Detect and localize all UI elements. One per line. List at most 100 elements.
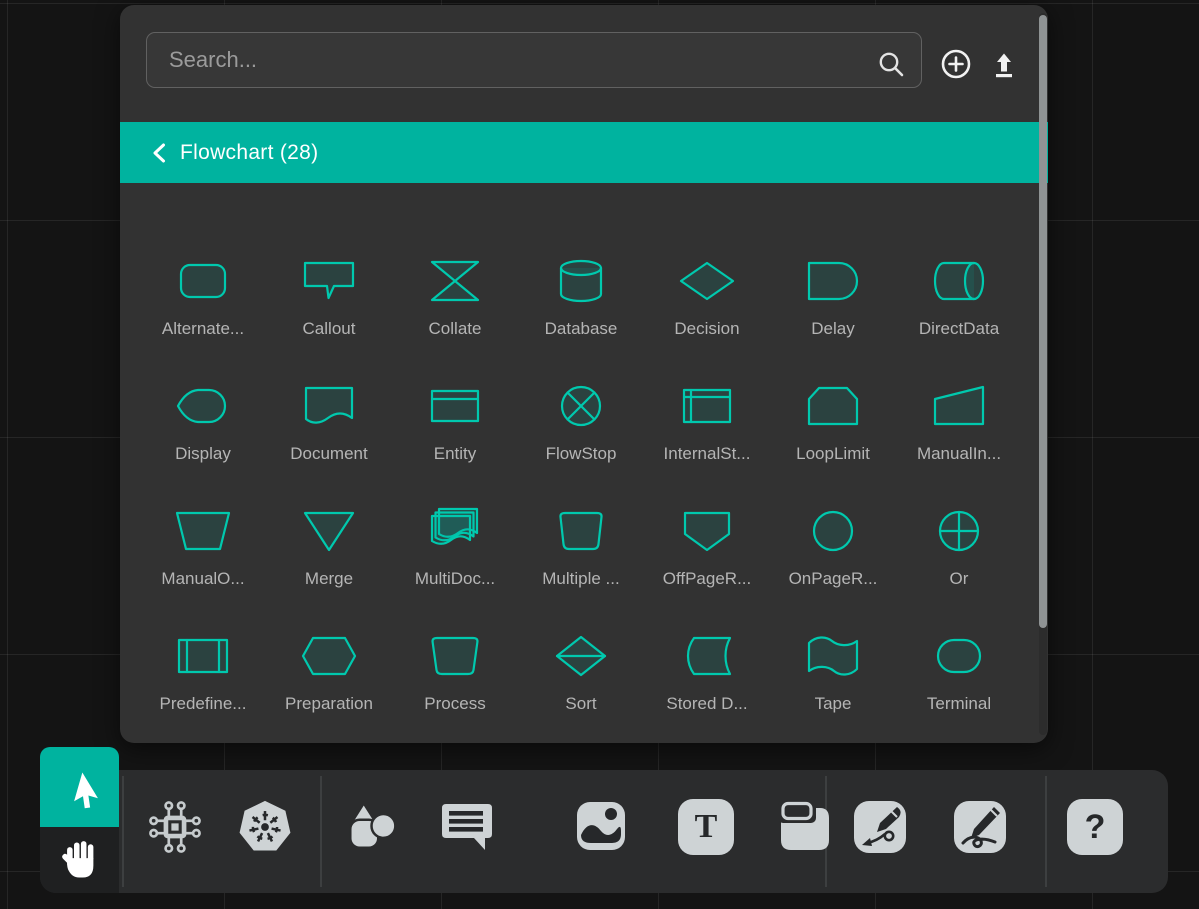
category-title: Flowchart (28)	[180, 141, 318, 165]
category-back-header[interactable]: Flowchart (28)	[120, 122, 1048, 183]
loop-limit-icon	[801, 370, 865, 442]
image-tool[interactable]	[572, 798, 630, 856]
shape-label: Alternate...	[162, 319, 244, 339]
predefined-process-icon	[171, 620, 235, 692]
shape-item-manual-input[interactable]: ManualIn...	[896, 370, 1022, 495]
shape-item-collate[interactable]: Collate	[392, 245, 518, 370]
shape-label: ManualO...	[161, 569, 244, 589]
shape-item-internal-storage[interactable]: InternalSt...	[644, 370, 770, 495]
or-icon	[927, 495, 991, 567]
stored-data-icon	[675, 620, 739, 692]
shape-label: Or	[950, 569, 969, 589]
shape-label: Terminal	[927, 694, 991, 714]
shape-item-sort[interactable]: Sort	[518, 620, 644, 743]
database-icon	[549, 245, 613, 317]
shape-item-off-page-reference[interactable]: OffPageR...	[644, 495, 770, 620]
shape-item-predefined-process[interactable]: Predefine...	[140, 620, 266, 743]
sort-icon	[549, 620, 613, 692]
shape-label: FlowStop	[546, 444, 617, 464]
shape-label: Stored D...	[666, 694, 747, 714]
search-input[interactable]	[146, 32, 922, 88]
shape-item-stored-data[interactable]: Stored D...	[644, 620, 770, 743]
bottom-toolbar: T	[40, 770, 1168, 893]
toolbar-divider	[1045, 776, 1047, 887]
internal-storage-icon	[675, 370, 739, 442]
shape-item-delay[interactable]: Delay	[770, 245, 896, 370]
shape-item-multiple-document[interactable]: Multiple ...	[518, 495, 644, 620]
decision-icon	[675, 245, 739, 317]
upload-button[interactable]	[988, 48, 1020, 80]
mesh-component-tool[interactable]	[146, 798, 204, 856]
shape-item-loop-limit[interactable]: LoopLimit	[770, 370, 896, 495]
help-icon: ?	[1067, 799, 1123, 855]
multi-document-icon	[423, 495, 487, 567]
text-icon: T	[678, 799, 734, 855]
toolbar-divider	[122, 776, 124, 887]
process-icon	[423, 620, 487, 692]
sketch-pencil-tool[interactable]	[951, 798, 1009, 856]
pencil-scribble-icon	[951, 798, 1009, 856]
delay-icon	[801, 245, 865, 317]
shape-item-callout[interactable]: Callout	[266, 245, 392, 370]
shapes-icon	[342, 798, 400, 856]
search-icon	[876, 49, 906, 79]
multiple-document-icon	[549, 495, 613, 567]
shape-item-display[interactable]: Display	[140, 370, 266, 495]
shape-label: Display	[175, 444, 231, 464]
shape-label: Process	[424, 694, 485, 714]
shape-label: ManualIn...	[917, 444, 1001, 464]
off-page-reference-icon	[675, 495, 739, 567]
pen-connector-tool[interactable]	[851, 798, 909, 856]
add-shape-button[interactable]	[940, 48, 972, 80]
image-icon	[572, 798, 630, 856]
shape-label: Delay	[811, 319, 854, 339]
pen-arrow-icon	[851, 798, 909, 856]
shape-label: Callout	[303, 319, 356, 339]
cursor-arrow-icon	[57, 764, 103, 810]
shape-label: Merge	[305, 569, 353, 589]
pan-hand-tool[interactable]	[40, 827, 119, 893]
shape-label: Sort	[565, 694, 596, 714]
callout-icon	[297, 245, 361, 317]
direct-data-icon	[927, 245, 991, 317]
kubernetes-tool[interactable]	[236, 798, 294, 856]
flow-stop-icon	[549, 370, 613, 442]
shape-item-multi-document[interactable]: MultiDoc...	[392, 495, 518, 620]
diagram-canvas[interactable]: Flowchart (28) Alternate... Callout Coll…	[0, 0, 1199, 909]
entity-icon	[423, 370, 487, 442]
shapes-panel: Flowchart (28) Alternate... Callout Coll…	[120, 5, 1048, 743]
shape-item-tape[interactable]: Tape	[770, 620, 896, 743]
shape-item-decision[interactable]: Decision	[644, 245, 770, 370]
shape-item-document[interactable]: Document	[266, 370, 392, 495]
collate-icon	[423, 245, 487, 317]
shape-label: DirectData	[919, 319, 999, 339]
select-tool[interactable]	[40, 747, 119, 827]
frame-tool[interactable]	[776, 798, 834, 856]
shape-item-on-page-reference[interactable]: OnPageR...	[770, 495, 896, 620]
display-icon	[171, 370, 235, 442]
shape-label: InternalSt...	[664, 444, 751, 464]
shape-item-manual-operation[interactable]: ManualO...	[140, 495, 266, 620]
shape-label: Entity	[434, 444, 477, 464]
shape-label: Predefine...	[160, 694, 247, 714]
shape-item-direct-data[interactable]: DirectData	[896, 245, 1022, 370]
shape-item-or[interactable]: Or	[896, 495, 1022, 620]
hand-icon	[56, 836, 104, 884]
shapes-tool[interactable]	[342, 798, 400, 856]
on-page-reference-icon	[801, 495, 865, 567]
shape-item-database[interactable]: Database	[518, 245, 644, 370]
help-tool[interactable]: ?	[1066, 798, 1124, 856]
shape-item-process[interactable]: Process	[392, 620, 518, 743]
text-tool[interactable]: T	[677, 798, 735, 856]
shape-item-preparation[interactable]: Preparation	[266, 620, 392, 743]
comment-tool[interactable]	[437, 798, 495, 856]
shape-label: Decision	[674, 319, 739, 339]
shape-item-alternate-process[interactable]: Alternate...	[140, 245, 266, 370]
scrollbar-thumb[interactable]	[1039, 15, 1047, 628]
shape-item-terminal[interactable]: Terminal	[896, 620, 1022, 743]
shape-item-merge[interactable]: Merge	[266, 495, 392, 620]
manual-operation-icon	[171, 495, 235, 567]
shape-label: OffPageR...	[663, 569, 752, 589]
shape-item-entity[interactable]: Entity	[392, 370, 518, 495]
shape-item-flow-stop[interactable]: FlowStop	[518, 370, 644, 495]
